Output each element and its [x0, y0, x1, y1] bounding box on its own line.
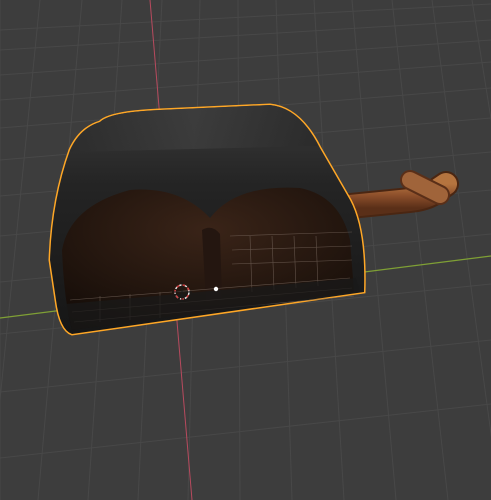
oven-object[interactable] — [48, 103, 366, 336]
viewport-canvas[interactable] — [0, 0, 491, 500]
object-origin-dot[interactable] — [213, 286, 219, 292]
3d-viewport[interactable] — [0, 0, 491, 500]
